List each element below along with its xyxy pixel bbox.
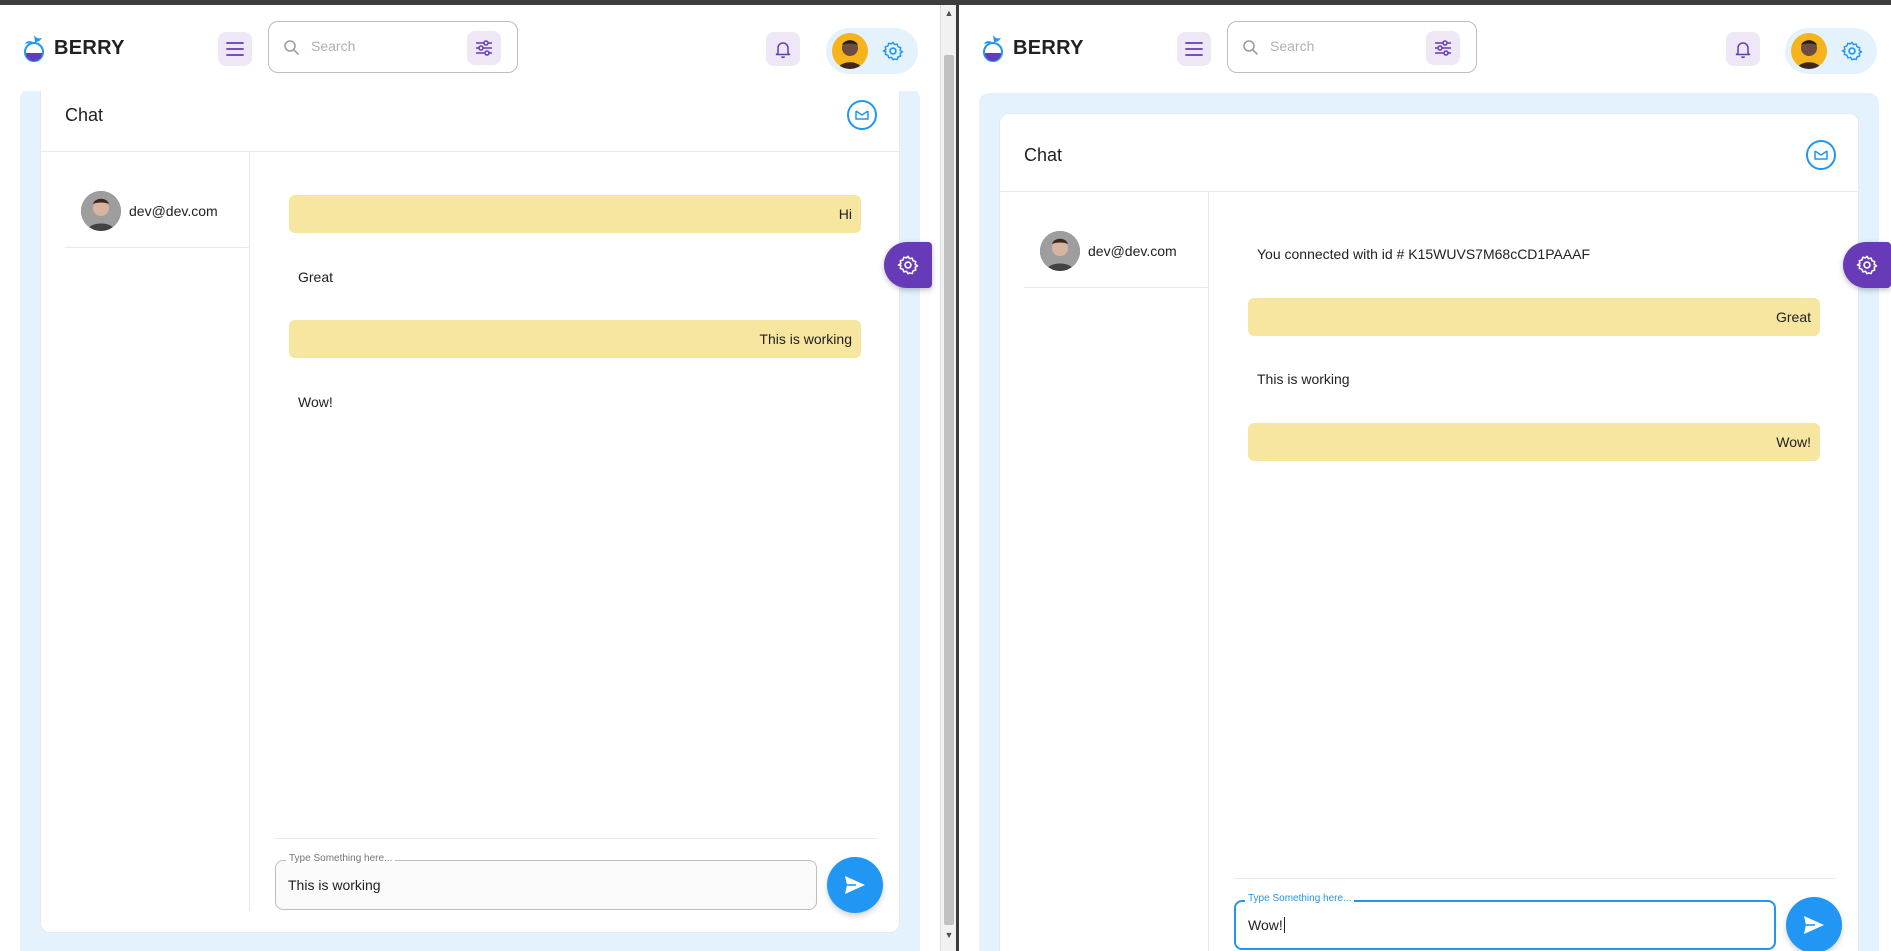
card-header-divider — [41, 151, 901, 152]
brand-logo[interactable]: BERRY — [22, 33, 125, 63]
contact-email: dev@dev.com — [129, 203, 218, 219]
chat-card: Chat dev@dev.com Hi Great This is workin… — [40, 65, 901, 933]
message-icon — [1814, 150, 1828, 160]
chat-message-outgoing: Wow! — [1248, 423, 1820, 461]
chat-message-incoming: Great — [298, 269, 334, 285]
text-caret — [1283, 917, 1285, 933]
app-header: BERRY Search — [0, 5, 940, 91]
chat-message-incoming: This is working — [1257, 371, 1350, 387]
message-input-label: Type Something here... — [1245, 893, 1355, 904]
card-title: Chat — [65, 105, 104, 125]
settings-icon — [882, 41, 904, 61]
card-title: Chat — [1024, 145, 1063, 165]
message-icon — [855, 110, 869, 120]
berry-logo-icon — [983, 35, 1003, 62]
chat-message-outgoing: This is working — [289, 320, 861, 358]
profile-menu-chip[interactable] — [826, 28, 918, 74]
bell-icon — [1735, 42, 1751, 58]
card-header-divider — [1000, 191, 1860, 192]
search-filter-button[interactable] — [467, 31, 501, 65]
search-icon — [284, 40, 299, 55]
contact-item[interactable]: dev@dev.com — [81, 191, 218, 231]
gear-icon — [1856, 255, 1878, 275]
brand-name: BERRY — [54, 36, 125, 59]
customization-fab[interactable] — [884, 242, 932, 288]
chat-message-incoming: Wow! — [298, 394, 333, 410]
input-divider — [1234, 878, 1836, 879]
menu-toggle-button[interactable] — [218, 32, 252, 66]
chat-message-outgoing: Hi — [289, 195, 861, 233]
notifications-button[interactable] — [766, 32, 800, 66]
chat-card: Chat dev@dev.com You connected with id #… — [999, 113, 1860, 951]
contacts-divider — [1208, 191, 1209, 951]
contact-avatar — [1040, 231, 1080, 271]
send-icon — [845, 876, 865, 894]
chat-message-outgoing: Great — [1248, 298, 1820, 336]
contact-separator — [1024, 287, 1208, 288]
sliders-icon — [476, 40, 492, 56]
berry-logo-icon — [24, 35, 44, 62]
contact-email: dev@dev.com — [1088, 243, 1177, 259]
scroll-down-arrow[interactable]: ▼ — [941, 927, 957, 943]
send-icon — [1804, 916, 1824, 934]
profile-avatar — [1791, 33, 1827, 69]
contact-avatar — [81, 191, 121, 231]
card-action-button[interactable] — [847, 100, 877, 130]
app-header: BERRY Search — [959, 5, 1891, 91]
brand-logo[interactable]: BERRY — [981, 33, 1084, 63]
sliders-icon — [1435, 40, 1451, 56]
left-browser-window: BERRY Search Chat dev@dev.com Hi Great T… — [0, 5, 940, 951]
message-input-label: Type Something here... — [286, 853, 396, 864]
search-filter-button[interactable] — [1426, 31, 1460, 65]
message-input[interactable]: This is working — [275, 860, 817, 910]
scroll-up-arrow[interactable]: ▲ — [941, 5, 957, 21]
menu-icon — [1185, 42, 1203, 56]
search-input[interactable]: Search — [311, 38, 355, 54]
bell-icon — [775, 42, 791, 58]
search-icon — [1243, 40, 1258, 55]
contact-separator — [65, 247, 249, 248]
profile-menu-chip[interactable] — [1785, 28, 1877, 74]
message-input-value: This is working — [288, 877, 381, 893]
settings-icon — [1841, 41, 1863, 61]
search-box[interactable]: Search — [268, 21, 518, 73]
contact-item[interactable]: dev@dev.com — [1040, 231, 1177, 271]
search-input[interactable]: Search — [1270, 38, 1314, 54]
notifications-button[interactable] — [1726, 32, 1760, 66]
card-action-button[interactable] — [1806, 140, 1836, 170]
gear-icon — [897, 255, 919, 275]
contacts-divider — [249, 151, 250, 911]
chat-message-incoming: You connected with id # K15WUVS7M68cCD1P… — [1257, 246, 1591, 262]
customization-fab[interactable] — [1843, 242, 1891, 288]
message-input-value: Wow! — [1248, 917, 1283, 933]
search-box[interactable]: Search — [1227, 21, 1477, 73]
menu-toggle-button[interactable] — [1177, 32, 1211, 66]
profile-avatar — [832, 33, 868, 69]
send-button[interactable] — [827, 857, 883, 913]
message-input[interactable]: Wow! — [1234, 900, 1776, 950]
scroll-thumb[interactable] — [944, 55, 954, 925]
left-window-scrollbar[interactable]: ▲ ▼ — [940, 5, 956, 951]
input-divider — [275, 838, 877, 839]
send-button[interactable] — [1786, 897, 1842, 951]
menu-icon — [226, 42, 244, 56]
right-browser-window: BERRY Search Chat dev@dev.com You connec… — [959, 5, 1891, 951]
brand-name: BERRY — [1013, 36, 1084, 59]
